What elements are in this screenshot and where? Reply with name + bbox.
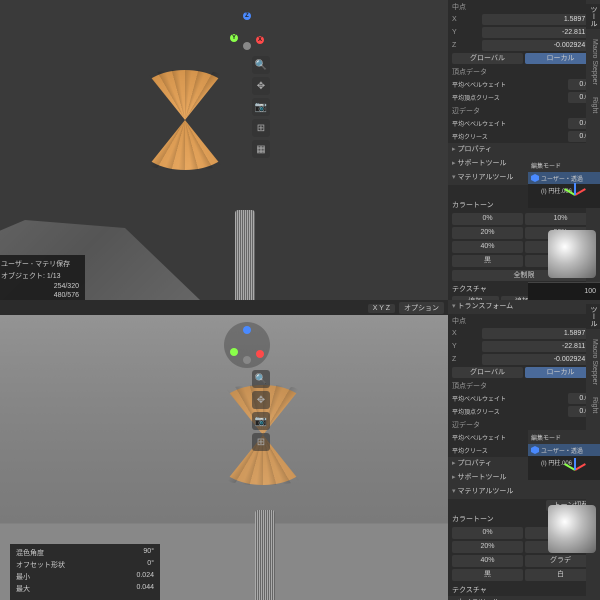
stats-title: ユーザー - マテリ保存: [1, 259, 70, 269]
transform-header[interactable]: トランスフォーム: [448, 300, 600, 314]
zoom-icon[interactable]: 🔍: [252, 56, 270, 74]
collection-icon: [531, 174, 539, 182]
viewport-tools-bottom: 🔍 ✥ 📷 ⊞: [252, 370, 270, 451]
axis-y-icon[interactable]: Y: [230, 34, 238, 42]
material-preview-bottom[interactable]: [548, 505, 596, 553]
bevel-min[interactable]: 0.024: [136, 572, 154, 582]
offset-shape[interactable]: 0°: [147, 560, 154, 570]
tone-black-button[interactable]: 黒: [452, 255, 523, 267]
move-icon[interactable]: ✥: [252, 77, 270, 95]
median-y[interactable]: -22.811 m: [482, 27, 596, 38]
nav-gizmo-bottom[interactable]: [224, 322, 270, 368]
bottom-pane: X Y Z オプション 🔍 ✥ 📷 ⊞ 混色角度90° オフセット形状0° 最小…: [0, 300, 600, 600]
properties-header[interactable]: プロパティ: [448, 143, 600, 157]
viewport-header: X Y Z オプション: [0, 300, 448, 316]
median-label: 中点: [452, 2, 480, 12]
grid-icon[interactable]: ▦: [252, 140, 270, 158]
median-z-b[interactable]: -0.002924 m: [482, 354, 596, 365]
tone-0-button[interactable]: 0%: [452, 213, 523, 225]
camera-icon[interactable]: 📷: [252, 98, 270, 116]
global-button[interactable]: グローバル: [452, 53, 523, 64]
tone-20-button[interactable]: 20%: [452, 227, 523, 239]
axis-neg-icon[interactable]: [243, 356, 251, 364]
collection-icon: [531, 446, 539, 454]
global-button-b[interactable]: グローバル: [452, 367, 523, 378]
tab-macro[interactable]: Macro Stepper: [586, 37, 600, 87]
axis-x-icon[interactable]: [256, 350, 264, 358]
median-z[interactable]: -0.002924 m: [482, 40, 596, 51]
persp-icon[interactable]: ⊞: [252, 119, 270, 137]
mini-gizmo-top[interactable]: [560, 180, 590, 210]
persp-icon[interactable]: ⊞: [252, 433, 270, 451]
tab-right[interactable]: Right: [586, 95, 600, 115]
options-dropdown[interactable]: オプション: [399, 302, 444, 314]
mesh-bowtie-selected[interactable]: [140, 70, 230, 170]
tone-40-button[interactable]: 40%: [452, 241, 523, 253]
mesh-cylinder: [235, 210, 255, 300]
move-icon[interactable]: ✥: [252, 391, 270, 409]
timeline-top[interactable]: 100: [528, 282, 600, 300]
tab-tool[interactable]: ツール: [586, 4, 600, 29]
mini-gizmo-bottom[interactable]: [560, 455, 590, 485]
median-x[interactable]: 1.5897 m: [482, 14, 596, 25]
mix-angle[interactable]: 90°: [143, 548, 154, 558]
mode-dropdown[interactable]: 編集モード: [531, 161, 561, 170]
viewport-top[interactable]: Z Y X 🔍 ✥ 📷 ⊞ ▦ ユーザー - マテリ保存 オブジェクト: 1/1…: [0, 0, 448, 300]
axis-x-icon[interactable]: X: [256, 36, 264, 44]
top-pane: Z Y X 🔍 ✥ 📷 ⊞ ▦ ユーザー - マテリ保存 オブジェクト: 1/1…: [0, 0, 600, 300]
zoom-icon[interactable]: 🔍: [252, 370, 270, 388]
material-preview-top[interactable]: [548, 230, 596, 278]
median-x-b[interactable]: 1.5897 m: [482, 328, 596, 339]
stats-obj: オブジェクト: 1/13: [1, 271, 61, 281]
viewport-tools: 🔍 ✥ 📷 ⊞ ▦: [252, 56, 270, 158]
nav-gizmo[interactable]: Z Y X: [224, 8, 270, 54]
axis-z-icon[interactable]: Z: [243, 12, 251, 20]
stats-verts: 254/320: [54, 283, 79, 290]
axis-z-icon[interactable]: [243, 326, 251, 334]
stats-faces: 480/576: [54, 292, 79, 299]
viewport-bottom[interactable]: X Y Z オプション 🔍 ✥ 📷 ⊞ 混色角度90° オフセット形状0° 最小…: [0, 300, 448, 600]
axis-y-icon[interactable]: [230, 348, 238, 356]
axis-neg-icon[interactable]: [243, 42, 251, 50]
stats-overlay: ユーザー - マテリ保存 オブジェクト: 1/13 254/320 480/57…: [0, 255, 85, 300]
median-y-b[interactable]: -22.811 m: [482, 341, 596, 352]
bevel-max[interactable]: 0.044: [136, 584, 154, 594]
bevel-overlay: 混色角度90° オフセット形状0° 最小0.024 最大0.044: [10, 544, 160, 600]
camera-icon[interactable]: 📷: [252, 412, 270, 430]
mesh-cylinder-bottom: [255, 510, 275, 600]
xyz-toggle[interactable]: X Y Z: [368, 304, 395, 313]
